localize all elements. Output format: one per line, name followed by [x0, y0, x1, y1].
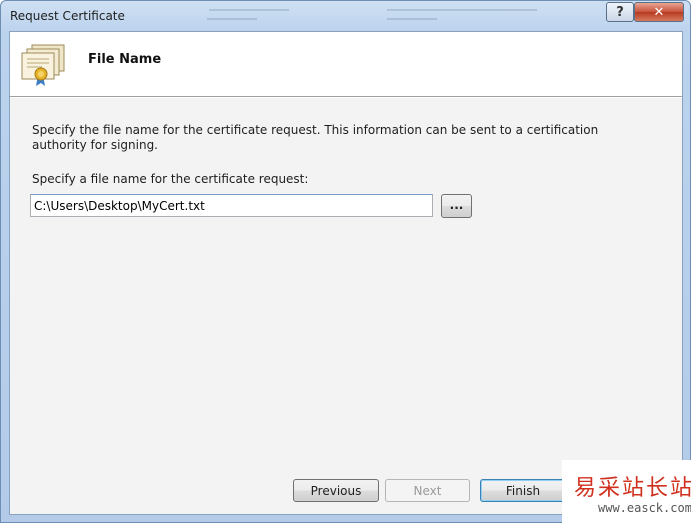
page-title: File Name	[88, 52, 162, 67]
dialog-client-area: File Name Specify the file name for the …	[9, 31, 683, 515]
previous-button[interactable]: Previous	[293, 479, 379, 502]
next-button[interactable]: Next	[385, 479, 470, 502]
site-watermark: 易采站长站 www.easck.com	[562, 460, 691, 523]
title-bar[interactable]: Request Certificate ? ✕	[1, 1, 690, 31]
window-title: Request Certificate	[10, 9, 125, 23]
help-icon: ?	[616, 4, 624, 20]
wizard-body: Specify the file name for the certificat…	[10, 98, 682, 448]
browse-button[interactable]: ...	[441, 194, 472, 218]
description-text: Specify the file name for the certificat…	[32, 123, 599, 152]
background-window-ghost	[201, 1, 581, 29]
ellipsis-icon: ...	[449, 197, 464, 212]
close-button[interactable]: ✕	[634, 2, 684, 22]
wizard-header: File Name	[10, 32, 682, 97]
finish-button[interactable]: Finish	[480, 479, 566, 502]
watermark-url: www.easck.com	[598, 501, 691, 515]
watermark-chinese-text: 易采站长站	[574, 476, 691, 501]
file-name-label: Specify a file name for the certificate …	[32, 172, 309, 186]
file-name-input[interactable]	[30, 194, 433, 217]
dialog-window: Request Certificate ? ✕ File Name Specif…	[0, 0, 691, 523]
close-icon: ✕	[653, 4, 665, 20]
certificate-icon	[21, 44, 65, 86]
help-button[interactable]: ?	[606, 2, 634, 22]
